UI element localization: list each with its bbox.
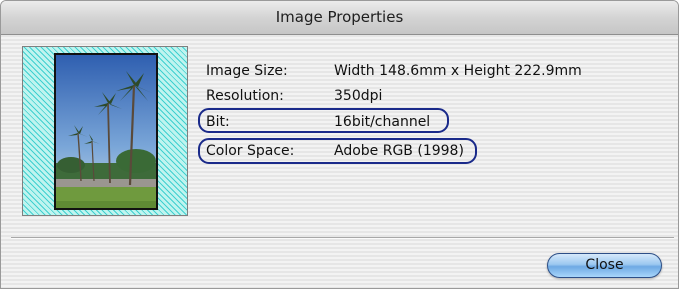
thumbnail-frame — [22, 46, 188, 216]
image-size-value: Width 148.6mm x Height 222.9mm — [334, 63, 582, 79]
photo-thumbnail — [54, 53, 158, 210]
bit-highlight-outline — [198, 108, 449, 133]
resolution-label: Resolution: — [206, 88, 284, 104]
palm-tree-photo-icon — [56, 55, 156, 208]
dialog-title: Image Properties — [275, 8, 404, 26]
resolution-value: 350dpi — [334, 88, 383, 104]
divider — [11, 237, 674, 239]
close-button[interactable]: Close — [547, 253, 662, 278]
image-size-label: Image Size: — [206, 63, 288, 79]
image-properties-dialog: Image Properties Image Size: Width 148.6… — [0, 0, 679, 289]
close-button-label: Close — [585, 257, 624, 273]
color-space-highlight-outline — [198, 138, 477, 164]
dialog-title-bar: Image Properties — [1, 1, 678, 35]
